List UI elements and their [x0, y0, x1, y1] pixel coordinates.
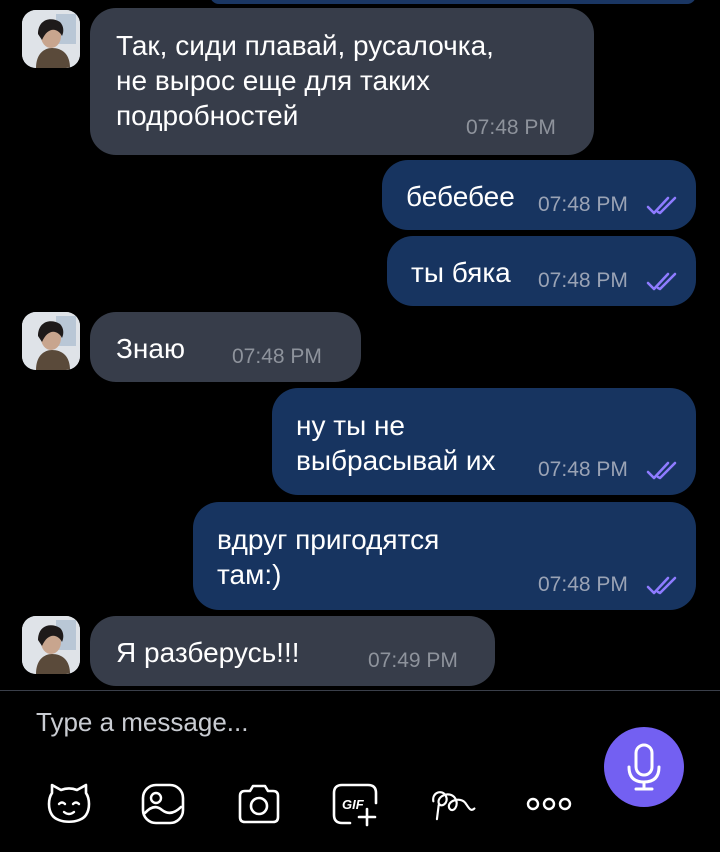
gif-icon[interactable]: GIF [330, 779, 380, 829]
read-receipt-icon [646, 196, 677, 215]
message-text: вдруг пригодятся [217, 524, 440, 555]
message-text: бебебее [406, 181, 515, 212]
camera-icon[interactable] [234, 779, 284, 829]
message-text: Я разберусь!!! [116, 637, 300, 668]
message-text: Знаю [116, 333, 185, 364]
message-time: 07:48 PM [538, 458, 628, 481]
more-icon[interactable] [524, 779, 574, 829]
read-receipt-icon [646, 272, 677, 291]
incoming-message[interactable]: Так, сиди плавай, русалочка, не вырос ещ… [90, 8, 594, 155]
message-text: там:) [217, 559, 282, 590]
message-text: подробностей [116, 100, 299, 131]
previous-message-bubble [210, 0, 696, 4]
message-text: не вырос еще для таких [116, 65, 430, 96]
outgoing-message[interactable]: ты бяка 07:48 PM [387, 236, 696, 306]
message-text: ну ты не [296, 410, 406, 441]
message-text: выбрасывай их [296, 445, 496, 476]
incoming-message[interactable]: Знаю 07:48 PM [90, 312, 361, 382]
doodle-icon[interactable] [428, 779, 478, 829]
message-time: 07:48 PM [538, 573, 628, 596]
message-time: 07:48 PM [538, 269, 628, 292]
contact-avatar[interactable] [22, 312, 80, 370]
message-composer: Type a message... GIF [0, 691, 720, 852]
microphone-icon [627, 743, 661, 791]
contact-avatar[interactable] [22, 10, 80, 68]
sticker-icon[interactable] [44, 779, 94, 829]
photo-gallery-icon[interactable] [138, 779, 188, 829]
message-time: 07:49 PM [368, 649, 458, 672]
message-text: Так, сиди плавай, русалочка, [116, 30, 494, 61]
outgoing-message[interactable]: вдруг пригодятся там:) 07:48 PM [193, 502, 696, 610]
message-time: 07:48 PM [466, 116, 556, 139]
voice-message-button[interactable] [604, 727, 684, 807]
message-time: 07:48 PM [232, 345, 322, 368]
contact-avatar[interactable] [22, 616, 80, 674]
outgoing-message[interactable]: ну ты не выбрасывай их 07:48 PM [272, 388, 696, 495]
read-receipt-icon [646, 576, 677, 595]
message-text: ты бяка [411, 257, 511, 288]
read-receipt-icon [646, 461, 677, 480]
incoming-message[interactable]: Я разберусь!!! 07:49 PM [90, 616, 495, 686]
outgoing-message[interactable]: бебебее 07:48 PM [382, 160, 696, 230]
gif-label: GIF [342, 797, 365, 812]
message-list[interactable]: Так, сиди плавай, русалочка, не вырос ещ… [0, 0, 720, 690]
message-input[interactable]: Type a message... [36, 707, 248, 738]
message-time: 07:48 PM [538, 193, 628, 216]
